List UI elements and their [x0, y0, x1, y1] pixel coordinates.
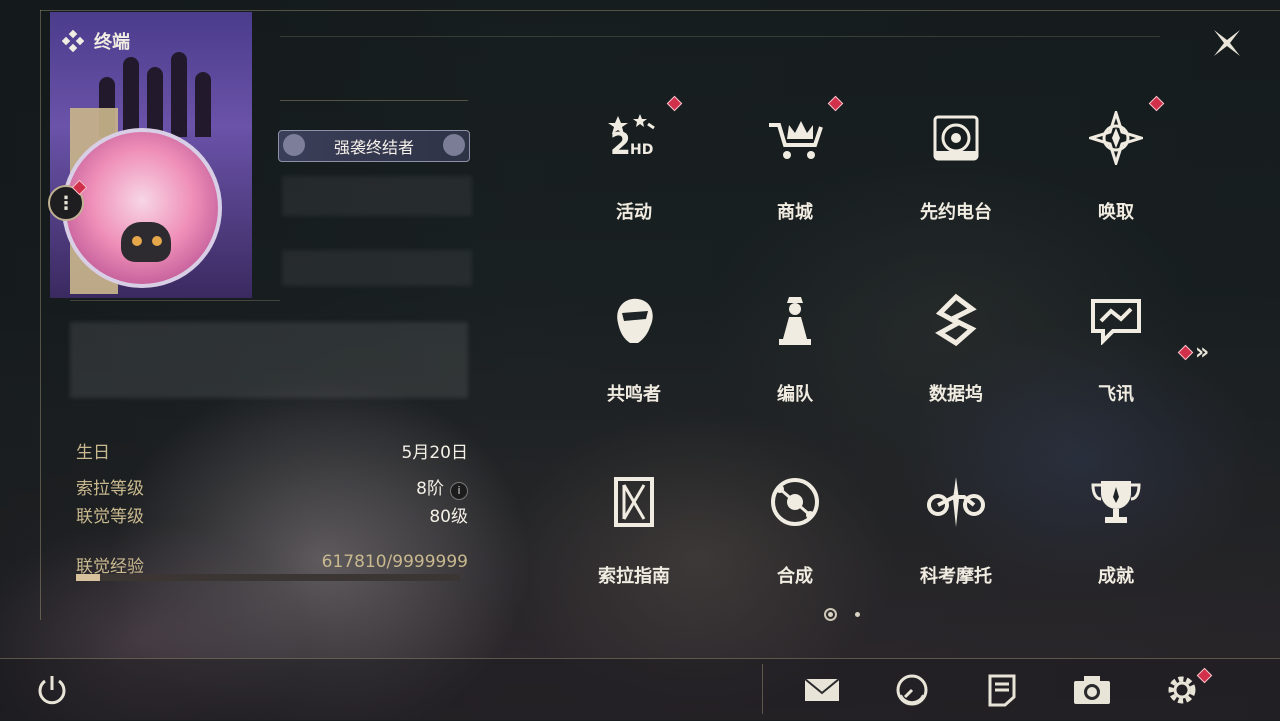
badge-left-ornament-icon [283, 134, 305, 156]
info-icon[interactable]: i [450, 482, 468, 500]
avatar-eye-right [152, 236, 162, 246]
power-button[interactable] [30, 668, 74, 712]
chess-team-icon [763, 288, 827, 352]
tile-messages-label: 飞讯 [1098, 384, 1134, 405]
birthday-label: 生日 [76, 443, 110, 463]
tile-sola-guide-label: 索拉指南 [598, 566, 670, 587]
birthday-value: 5月20日 [401, 443, 468, 463]
info-row-sola-level: 索拉等级 8阶 i [76, 474, 468, 500]
page-dot-2[interactable] [855, 612, 860, 617]
tile-messages[interactable]: 飞讯 [1066, 278, 1166, 414]
mail-icon [804, 678, 840, 701]
tile-event-badge [666, 95, 683, 112]
info-row-union-level: 联觉等级 80级 [76, 502, 468, 527]
title-badge[interactable]: 强袭终结者 [278, 130, 470, 162]
next-page-badge [1177, 344, 1194, 361]
pagination [824, 608, 860, 621]
avatar-cat [121, 222, 171, 262]
vertical-dots-icon: ⋮ [57, 192, 75, 214]
info-row-birthday: 生日 5月20日 [76, 438, 468, 463]
radio-speaker-icon [924, 106, 988, 170]
tile-synthesis[interactable]: 合成 [745, 460, 845, 596]
tile-data-dock[interactable]: 数据坞 [906, 278, 1006, 414]
motorcycle-icon [924, 470, 988, 534]
tile-shop-label: 商城 [777, 202, 813, 223]
tile-sola-guide[interactable]: 索拉指南 [584, 460, 684, 596]
notes-icon [988, 674, 1016, 707]
crown-cart-icon [763, 106, 827, 170]
tile-data-dock-label: 数据坞 [929, 384, 983, 405]
tile-radio[interactable]: 先约电台 [906, 96, 1006, 232]
close-icon [1214, 30, 1240, 56]
page-title: 终端 [62, 28, 130, 54]
tile-event-label: 活动 [616, 202, 652, 223]
avatar-eye-left [132, 236, 142, 246]
close-button[interactable] [1208, 24, 1246, 62]
redacted-name [282, 176, 472, 216]
data-dock-icon [924, 288, 988, 352]
double-chevron-right-icon: » [1195, 340, 1210, 365]
terminal-diamond-icon [62, 30, 84, 52]
tile-team[interactable]: 编队 [745, 278, 845, 414]
gear-icon [1168, 676, 1196, 704]
next-page-button[interactable]: » [1177, 340, 1210, 365]
frame-top-line [40, 10, 1280, 11]
page-dot-1[interactable] [824, 608, 837, 621]
tile-radio-label: 先约电台 [920, 202, 992, 223]
badge-right-ornament-icon [443, 134, 465, 156]
character-head-icon [602, 288, 666, 352]
redacted-id [282, 250, 472, 286]
redacted-signature [70, 322, 468, 398]
tile-resonators[interactable]: 共鸣者 [584, 278, 684, 414]
compass-star-icon [1084, 106, 1148, 170]
tile-convene-label: 唤取 [1098, 202, 1134, 223]
avatar[interactable] [62, 128, 222, 288]
tile-motorcycle-label: 科考摩托 [920, 566, 992, 587]
tile-achievements-label: 成就 [1098, 566, 1134, 587]
tile-shop-badge [827, 95, 844, 112]
clock-icon [896, 674, 928, 706]
notes-button[interactable] [980, 668, 1024, 712]
tile-motorcycle[interactable]: 科考摩托 [906, 460, 1006, 596]
union-level-value: 80级 [429, 507, 468, 527]
tile-synthesis-label: 合成 [777, 566, 813, 587]
guide-book-icon [602, 470, 666, 534]
chat-bubble-icon [1084, 288, 1148, 352]
trophy-icon [1084, 470, 1148, 534]
tile-shop[interactable]: 商城 [745, 95, 845, 232]
page-title-text: 终端 [94, 32, 130, 53]
avatar-underline [70, 300, 280, 301]
event-2hd-icon: 2 HD [602, 106, 666, 170]
tile-achievements[interactable]: 成就 [1066, 460, 1166, 596]
sola-level-label: 索拉等级 [76, 479, 144, 499]
frame-inner-line [280, 36, 1160, 37]
title-badge-text: 强袭终结者 [333, 138, 414, 157]
tile-team-label: 编队 [777, 384, 813, 405]
power-icon [38, 676, 66, 705]
union-xp-bar-fill [76, 574, 100, 581]
camera-button[interactable] [1070, 668, 1114, 712]
union-xp-bar [76, 574, 460, 581]
mail-button[interactable] [800, 668, 844, 712]
frame-left-line [40, 10, 41, 620]
synthesis-orbit-icon [763, 470, 827, 534]
svg-text:HD: HD [630, 142, 653, 158]
tile-convene-badge [1148, 95, 1165, 112]
bottom-divider [762, 664, 763, 714]
name-underline [280, 100, 468, 101]
tile-convene[interactable]: 唤取 [1066, 95, 1166, 232]
union-level-label: 联觉等级 [76, 507, 144, 527]
sola-level-value: 8阶 [416, 479, 444, 499]
tile-resonators-label: 共鸣者 [607, 384, 661, 405]
camera-icon [1074, 676, 1110, 704]
tile-event[interactable]: 2 HD 活动 [584, 95, 684, 232]
clock-button[interactable] [890, 668, 934, 712]
